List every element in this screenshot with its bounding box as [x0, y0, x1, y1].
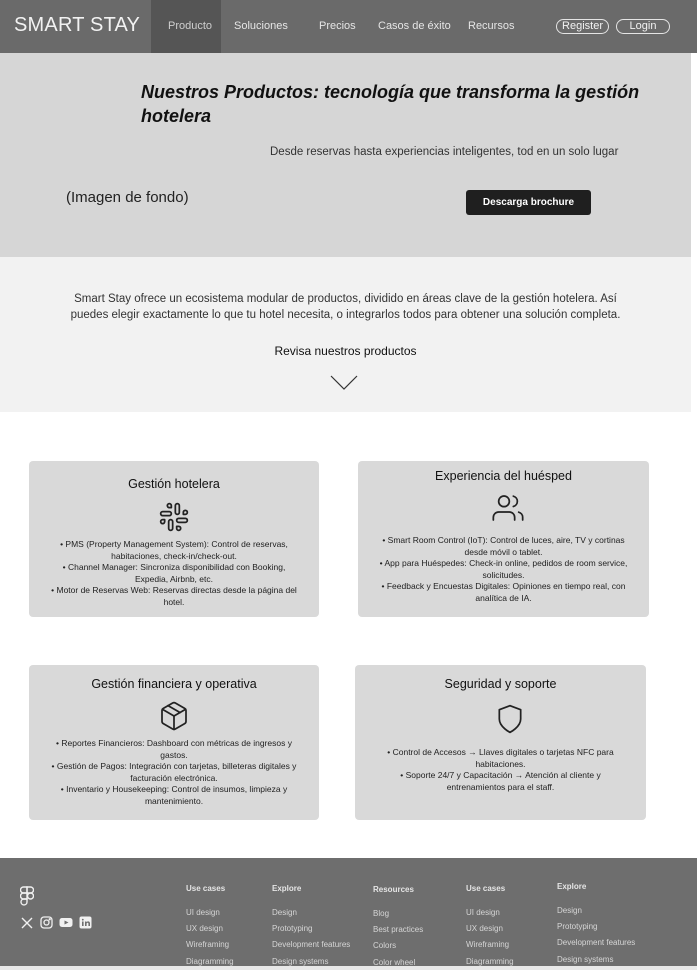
- footer-link[interactable]: Diagramming: [466, 957, 514, 966]
- footer-link[interactable]: UX design: [466, 924, 503, 933]
- footer-link[interactable]: Wireframing: [466, 940, 509, 949]
- hero-section: Nuestros Productos: tecnología que trans…: [0, 53, 691, 257]
- list-item: • App para Huéspedes: Check-in online, p…: [379, 558, 628, 580]
- card-body: • Control de Accesos → Llaves digitales …: [373, 747, 628, 793]
- product-card-experiencia-huesped: Experiencia del huésped • Smart Room Con…: [358, 461, 649, 617]
- card-body: • PMS (Property Management System): Cont…: [47, 539, 301, 609]
- download-brochure-button[interactable]: Descarga brochure: [466, 190, 591, 215]
- hero-title: Nuestros Productos: tecnología que trans…: [141, 82, 640, 126]
- top-nav: SMART STAY Producto Soluciones Precios C…: [0, 0, 697, 53]
- product-card-seguridad-soporte: Seguridad y soporte • Control de Accesos…: [355, 665, 646, 820]
- footer: Use cases UI design UX design Wireframin…: [0, 858, 697, 970]
- footer-link[interactable]: Design systems: [557, 955, 613, 964]
- footer-column-heading: Explore: [557, 882, 587, 891]
- figma-icon[interactable]: [20, 886, 34, 906]
- nav-link-recursos[interactable]: Recursos: [468, 20, 514, 32]
- footer-link[interactable]: UI design: [466, 908, 500, 917]
- nav-link-soluciones[interactable]: Soluciones: [234, 20, 288, 32]
- list-item: • Gestión de Pagos: Integración con tarj…: [51, 761, 297, 783]
- shield-icon: [498, 704, 522, 734]
- card-title: Experiencia del huésped: [435, 469, 572, 483]
- card-title: Gestión financiera y operativa: [91, 677, 257, 691]
- list-item: • Motor de Reservas Web: Reservas direct…: [51, 585, 297, 607]
- list-item: • Reportes Financieros: Dashboard con mé…: [56, 738, 292, 760]
- footer-link[interactable]: Wireframing: [186, 940, 229, 949]
- footer-column-heading: Explore: [272, 884, 302, 893]
- card-title: Seguridad y soporte: [444, 677, 557, 691]
- slack-icon: [159, 502, 189, 532]
- footer-link[interactable]: UX design: [186, 924, 223, 933]
- footer-link[interactable]: Design: [272, 908, 297, 917]
- login-button[interactable]: Login: [616, 19, 670, 34]
- footer-link[interactable]: Design systems: [272, 957, 328, 966]
- footer-link[interactable]: Development features: [557, 938, 635, 947]
- list-item: • Soporte 24/7 y Capacitación → Atención…: [400, 770, 601, 792]
- card-body: • Smart Room Control (IoT): Control de l…: [376, 535, 631, 605]
- footer-link[interactable]: Colors: [373, 941, 396, 950]
- youtube-icon[interactable]: [59, 917, 73, 928]
- hero-image-placeholder: (Imagen de fondo): [66, 189, 189, 206]
- register-button[interactable]: Register: [556, 19, 609, 34]
- footer-bottom-divider: [0, 966, 697, 970]
- brand-logo[interactable]: SMART STAY: [14, 14, 140, 37]
- card-body: • Reportes Financieros: Dashboard con mé…: [47, 738, 301, 808]
- list-item: • Channel Manager: Sincroniza disponibil…: [62, 562, 286, 584]
- product-card-gestion-financiera: Gestión financiera y operativa • Reporte…: [29, 665, 319, 820]
- footer-column-heading: Use cases: [466, 884, 506, 893]
- intro-text: Smart Stay ofrece un ecosistema modular …: [70, 293, 621, 321]
- list-item: • Inventario y Housekeeping: Control de …: [60, 784, 288, 806]
- footer-link[interactable]: Development features: [272, 940, 350, 949]
- users-icon: [492, 495, 524, 521]
- intro-section: Smart Stay ofrece un ecosistema modular …: [0, 257, 691, 412]
- card-title: Gestión hotelera: [128, 477, 220, 491]
- nav-link-producto[interactable]: Producto: [168, 20, 212, 32]
- x-icon[interactable]: [21, 917, 33, 929]
- chevron-down-icon[interactable]: [330, 375, 358, 391]
- footer-link[interactable]: Best practices: [373, 925, 423, 934]
- list-item: • Feedback y Encuestas Digitales: Opinio…: [381, 581, 626, 603]
- instagram-icon[interactable]: [40, 916, 53, 929]
- product-card-gestion-hotelera: Gestión hotelera • PMS (Property Managem…: [29, 461, 319, 617]
- footer-link[interactable]: Blog: [373, 909, 389, 918]
- list-item: • Control de Accesos → Llaves digitales …: [387, 747, 614, 769]
- footer-column-heading: Resources: [373, 885, 414, 894]
- nav-link-precios[interactable]: Precios: [319, 20, 356, 32]
- list-item: • Smart Room Control (IoT): Control de l…: [382, 535, 625, 557]
- footer-link[interactable]: Prototyping: [272, 924, 312, 933]
- review-products-link[interactable]: Revisa nuestros productos: [0, 344, 691, 358]
- footer-link[interactable]: Prototyping: [557, 922, 597, 931]
- nav-link-casos-de-exito[interactable]: Casos de éxito: [378, 20, 451, 32]
- box-icon: [161, 701, 187, 731]
- footer-link[interactable]: UI design: [186, 908, 220, 917]
- footer-link[interactable]: Diagramming: [186, 957, 234, 966]
- footer-link[interactable]: Design: [557, 906, 582, 915]
- hero-subtitle: Desde reservas hasta experiencias inteli…: [270, 146, 619, 158]
- linkedin-icon[interactable]: [79, 916, 92, 929]
- footer-column-heading: Use cases: [186, 884, 226, 893]
- list-item: • PMS (Property Management System): Cont…: [60, 539, 288, 561]
